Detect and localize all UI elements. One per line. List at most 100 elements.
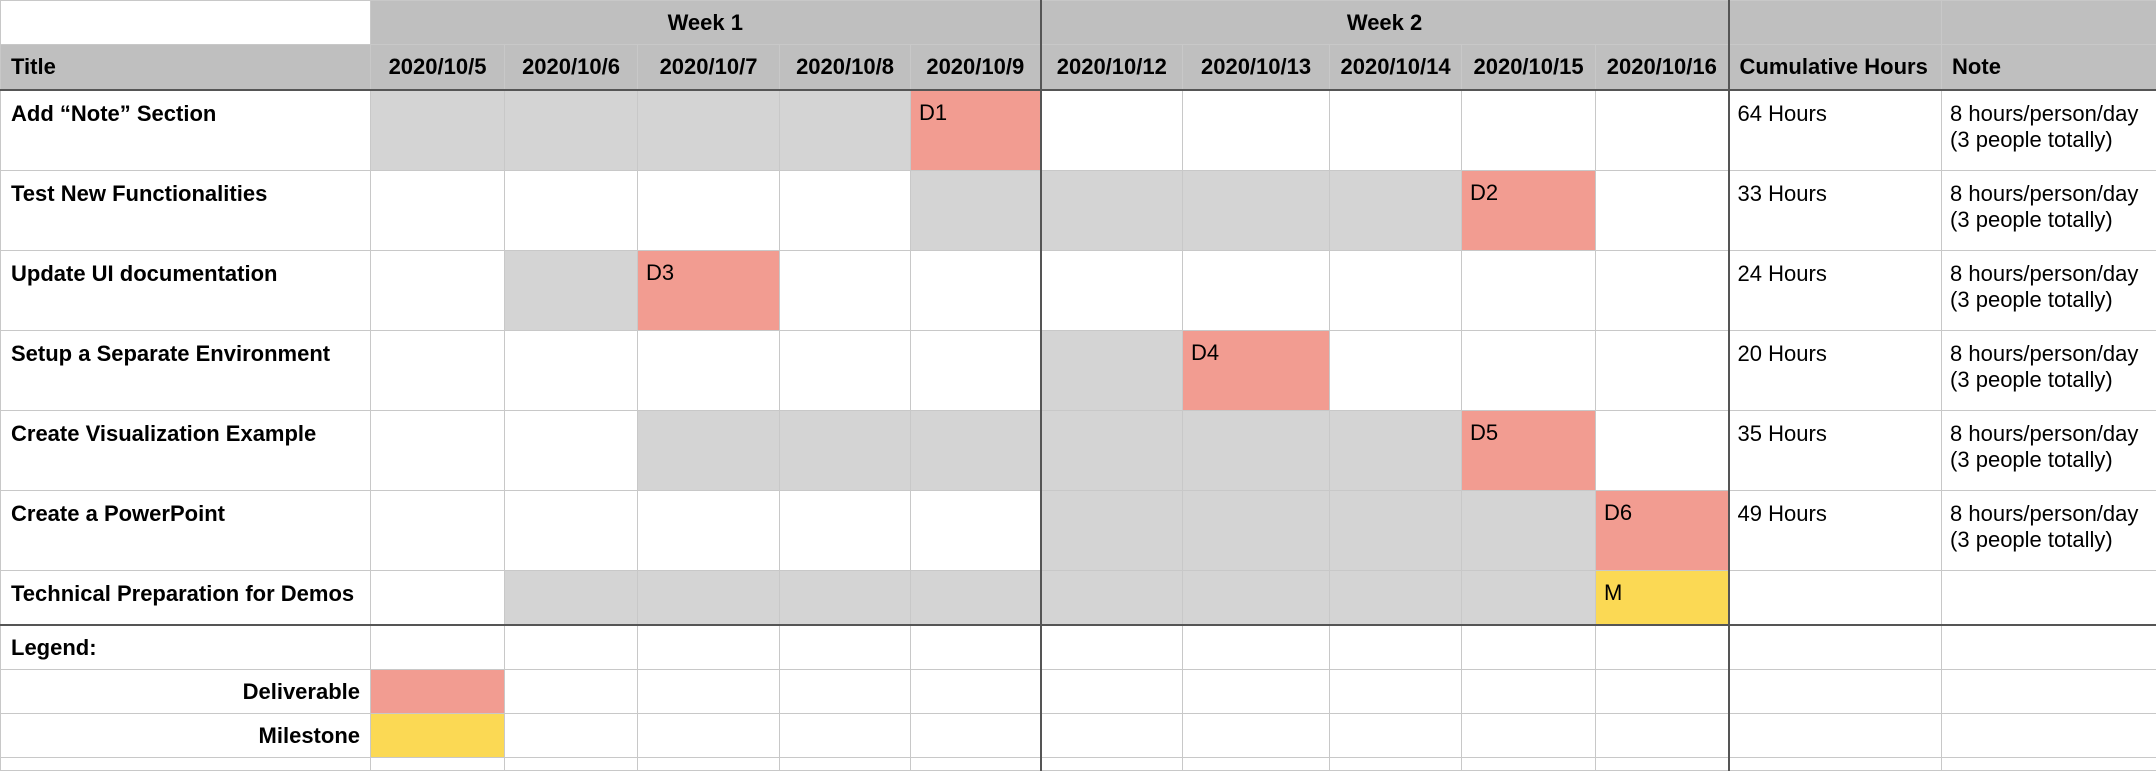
legend-milestone-swatch[interactable] (371, 714, 505, 758)
gantt-cell-empty[interactable] (1596, 251, 1729, 331)
gantt-cell-empty[interactable] (1330, 90, 1462, 171)
gantt-cell-empty[interactable] (371, 171, 505, 251)
sheet-cell[interactable] (505, 714, 638, 758)
gantt-cell-empty[interactable] (638, 331, 780, 411)
gantt-cell-in-progress[interactable] (371, 90, 505, 171)
gantt-cell-empty[interactable] (371, 411, 505, 491)
sheet-cell[interactable] (1596, 625, 1729, 670)
gantt-cell-empty[interactable] (505, 411, 638, 491)
gantt-cell-empty[interactable] (1462, 251, 1596, 331)
gantt-cell-empty[interactable] (638, 171, 780, 251)
sheet-cell[interactable] (780, 625, 911, 670)
sheet-cell[interactable] (371, 625, 505, 670)
cumulative-hours-cell[interactable]: 20 Hours (1729, 331, 1942, 411)
gantt-cell-deliverable[interactable]: D2 (1462, 171, 1596, 251)
gantt-cell-in-progress[interactable] (1041, 571, 1183, 626)
sheet-cell[interactable] (1462, 625, 1596, 670)
week-header-empty-cell[interactable] (1942, 1, 2156, 45)
sheet-cell[interactable] (505, 758, 638, 771)
gantt-cell-empty[interactable] (1596, 171, 1729, 251)
sheet-cell[interactable] (1942, 714, 2156, 758)
sheet-cell[interactable] (1729, 714, 1942, 758)
note-cell[interactable]: 8 hours/person/day (3 people totally) (1942, 331, 2156, 411)
gantt-cell-empty[interactable] (1330, 331, 1462, 411)
sheet-cell[interactable] (1596, 714, 1729, 758)
gantt-cell-empty[interactable] (371, 571, 505, 626)
sheet-cell[interactable] (1942, 758, 2156, 771)
sheet-cell[interactable] (1330, 714, 1462, 758)
task-title[interactable]: Setup a Separate Environment (1, 331, 371, 411)
cumulative-hours-cell[interactable]: 33 Hours (1729, 171, 1942, 251)
gantt-cell-in-progress[interactable] (911, 411, 1041, 491)
gantt-cell-in-progress[interactable] (505, 251, 638, 331)
gantt-cell-empty[interactable] (505, 331, 638, 411)
gantt-cell-in-progress[interactable] (505, 90, 638, 171)
gantt-cell-empty[interactable] (1041, 251, 1183, 331)
gantt-cell-empty[interactable] (1596, 90, 1729, 171)
gantt-cell-in-progress[interactable] (638, 90, 780, 171)
sheet-cell[interactable] (371, 758, 505, 771)
gantt-cell-empty[interactable] (1183, 90, 1330, 171)
task-title[interactable]: Update UI documentation (1, 251, 371, 331)
task-title[interactable]: Technical Preparation for Demos (1, 571, 371, 626)
sheet-cell[interactable] (1183, 714, 1330, 758)
sheet-cell[interactable] (1330, 758, 1462, 771)
gantt-cell-empty[interactable] (911, 491, 1041, 571)
gantt-cell-empty[interactable] (780, 491, 911, 571)
sheet-cell[interactable] (1041, 625, 1183, 670)
task-title[interactable]: Create Visualization Example (1, 411, 371, 491)
sheet-cell[interactable] (1041, 758, 1183, 771)
cumulative-hours-cell[interactable]: 64 Hours (1729, 90, 1942, 171)
sheet-cell[interactable] (1, 758, 371, 771)
gantt-cell-in-progress[interactable] (1330, 491, 1462, 571)
note-cell[interactable]: 8 hours/person/day (3 people totally) (1942, 491, 2156, 571)
sheet-cell[interactable] (780, 758, 911, 771)
gantt-cell-empty[interactable] (505, 491, 638, 571)
task-title[interactable]: Create a PowerPoint (1, 491, 371, 571)
gantt-cell-empty[interactable] (1330, 251, 1462, 331)
gantt-cell-empty[interactable] (1183, 251, 1330, 331)
sheet-cell[interactable] (911, 714, 1041, 758)
gantt-cell-in-progress[interactable] (1183, 491, 1330, 571)
gantt-cell-deliverable[interactable]: D5 (1462, 411, 1596, 491)
gantt-cell-in-progress[interactable] (1183, 171, 1330, 251)
gantt-cell-empty[interactable] (638, 491, 780, 571)
gantt-cell-empty[interactable] (1596, 331, 1729, 411)
gantt-cell-in-progress[interactable] (1330, 571, 1462, 626)
cumulative-hours-cell[interactable] (1729, 571, 1942, 626)
sheet-cell[interactable] (1462, 714, 1596, 758)
gantt-cell-empty[interactable] (1462, 90, 1596, 171)
gantt-cell-in-progress[interactable] (1041, 171, 1183, 251)
sheet-cell[interactable] (1183, 625, 1330, 670)
note-cell[interactable]: 8 hours/person/day (3 people totally) (1942, 251, 2156, 331)
gantt-cell-empty[interactable] (371, 331, 505, 411)
sheet-cell[interactable] (1596, 758, 1729, 771)
gantt-cell-in-progress[interactable] (911, 571, 1041, 626)
cumulative-hours-cell[interactable]: 35 Hours (1729, 411, 1942, 491)
sheet-cell[interactable] (1462, 758, 1596, 771)
gantt-cell-empty[interactable] (1596, 411, 1729, 491)
gantt-cell-empty[interactable] (371, 251, 505, 331)
gantt-cell-in-progress[interactable] (1183, 571, 1330, 626)
note-cell[interactable]: 8 hours/person/day (3 people totally) (1942, 90, 2156, 171)
note-cell[interactable] (1942, 571, 2156, 626)
gantt-cell-in-progress[interactable] (780, 571, 911, 626)
gantt-cell-in-progress[interactable] (911, 171, 1041, 251)
gantt-cell-in-progress[interactable] (1462, 571, 1596, 626)
note-cell[interactable]: 8 hours/person/day (3 people totally) (1942, 171, 2156, 251)
task-title[interactable]: Add “Note” Section (1, 90, 371, 171)
sheet-cell[interactable] (638, 625, 780, 670)
gantt-cell-deliverable[interactable]: D3 (638, 251, 780, 331)
gantt-cell-in-progress[interactable] (1041, 411, 1183, 491)
cumulative-hours-cell[interactable]: 24 Hours (1729, 251, 1942, 331)
note-cell[interactable]: 8 hours/person/day (3 people totally) (1942, 411, 2156, 491)
gantt-cell-empty[interactable] (780, 171, 911, 251)
gantt-cell-empty[interactable] (780, 331, 911, 411)
sheet-cell[interactable] (911, 758, 1041, 771)
gantt-cell-in-progress[interactable] (1041, 491, 1183, 571)
gantt-cell-in-progress[interactable] (1330, 171, 1462, 251)
sheet-cell[interactable] (1330, 625, 1462, 670)
gantt-cell-in-progress[interactable] (780, 90, 911, 171)
gantt-cell-empty[interactable] (780, 251, 911, 331)
gantt-cell-in-progress[interactable] (638, 411, 780, 491)
